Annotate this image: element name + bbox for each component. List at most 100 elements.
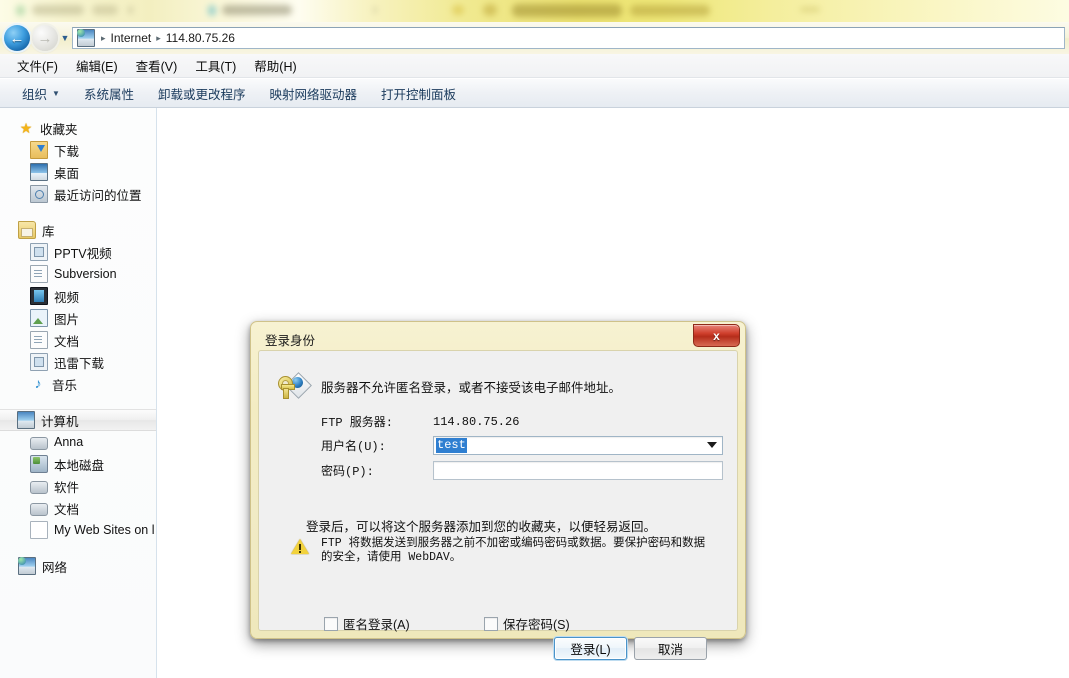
sidebar-item-label: 视频 [54,290,80,305]
sidebar-item-label: 本地磁盘 [54,458,105,473]
organize-label: 组织 [22,87,48,102]
sidebar-group-libraries[interactable]: 库 [0,219,156,241]
dialog-title-bar[interactable]: 登录身份 x [257,324,740,350]
sidebar-item-label: 迅雷下载 [54,356,105,371]
checkbox-box[interactable] [484,616,498,631]
save-password-checkbox[interactable]: 保存密码(S) [484,614,570,633]
anonymous-login-checkbox[interactable]: 匿名登录(A) [324,614,410,633]
sidebar-item-documents-drive[interactable]: 文档 [0,497,156,519]
password-input[interactable] [433,461,723,480]
username-input[interactable]: test [433,436,723,455]
key-globe-icon [277,372,312,403]
back-button[interactable]: ← [4,25,30,51]
film-icon [30,287,48,305]
page-icon [30,521,48,539]
navigation-sidebar[interactable]: ★ 收藏夹 下载 桌面 最近访问的位置 库 PPTV视频 Subversion [0,108,157,678]
cancel-button-label: 取消 [657,643,683,657]
close-icon: x [713,328,720,343]
music-note-icon: ♪ [34,375,42,391]
computer-icon [17,411,35,429]
close-button[interactable]: x [693,324,740,347]
forward-button[interactable]: → [32,25,58,51]
sidebar-item-label: 软件 [54,480,80,495]
dialog-title: 登录身份 [265,333,316,348]
sidebar-item-pptv-video[interactable]: PPTV视频 [0,241,156,263]
sidebar-item-label: Anna [54,435,84,449]
anonymous-login-label: 匿名登录(A) [343,618,410,632]
sidebar-item-anna[interactable]: Anna [0,431,156,453]
menu-help[interactable]: 帮助(H) [245,54,305,77]
chevron-down-icon: ▼ [52,88,60,98]
stack-icon [30,353,48,371]
star-icon: ★ [19,120,33,136]
checkbox-box[interactable] [324,616,338,631]
login-credentials-dialog: 登录身份 x 服务器不允许匿名登录，或者不接受该电子邮件地址。 FTP 服务器: [250,321,746,660]
sidebar-item-subversion[interactable]: Subversion [0,263,156,285]
breadcrumb-separator: ▸ [101,32,106,43]
blurred-titlebar-strip [0,0,1069,22]
sidebar-item-label: My Web Sites on l [54,523,155,537]
document-icon [30,265,48,283]
sidebar-item-video[interactable]: 视频 [0,285,156,307]
ftp-server-row: FTP 服务器: 114.80.75.26 [321,413,520,431]
uninstall-change-program-button[interactable]: 卸载或更改程序 [146,81,258,106]
open-control-panel-button[interactable]: 打开控制面板 [369,81,468,106]
menu-view[interactable]: 查看(V) [127,54,187,77]
desktop-icon [30,163,48,181]
recent-places-icon [30,185,48,203]
network-computer-icon [77,29,95,47]
sidebar-group-network[interactable]: 网络 [0,555,156,577]
menu-tools[interactable]: 工具(T) [186,54,245,77]
breadcrumb-item-host[interactable]: 114.80.75.26 [163,31,238,45]
login-button[interactable]: 登录(L) [554,637,627,660]
cancel-button[interactable]: 取消 [634,637,707,660]
menu-file[interactable]: 文件(F) [8,54,67,77]
dialog-body: 服务器不允许匿名登录，或者不接受该电子邮件地址。 FTP 服务器: 114.80… [258,350,738,660]
username-value: test [436,438,467,453]
password-row: 密码(P): [321,461,723,480]
breadcrumb[interactable]: ▸ Internet ▸ 114.80.75.26 [72,27,1065,49]
menu-edit[interactable]: 编辑(E) [67,54,127,77]
security-warning-row: FTP 将数据发送到服务器之前不加密或编码密码或数据。要保护密码和数据 的安全，… [291,537,723,565]
forward-arrow-icon: → [37,29,53,47]
sidebar-item-label: 图片 [54,312,80,327]
sidebar-item-desktop[interactable]: 桌面 [0,161,156,183]
sidebar-item-recent-places[interactable]: 最近访问的位置 [0,183,156,205]
sidebar-item-label: PPTV视频 [54,246,112,261]
chevron-down-icon[interactable]: ▼ [58,25,72,51]
organize-button[interactable]: 组织 ▼ [10,81,72,106]
sidebar-item-documents[interactable]: 文档 [0,329,156,351]
breadcrumb-item-internet[interactable]: Internet [108,31,155,45]
username-label: 用户名(U): [321,440,386,454]
local-disk-icon [30,455,48,473]
dialog-message-row: 服务器不允许匿名登录，或者不接受该电子邮件地址。 [277,372,723,403]
drive-icon [30,437,48,450]
sidebar-group-favorites[interactable]: ★ 收藏夹 [0,117,156,139]
sidebar-item-label: 音乐 [52,378,78,393]
sidebar-item-pictures[interactable]: 图片 [0,307,156,329]
sidebar-item-label: 收藏夹 [40,122,78,137]
sidebar-item-label: 最近访问的位置 [54,188,142,203]
sidebar-item-my-web-sites[interactable]: My Web Sites on l [0,519,156,541]
sidebar-item-music[interactable]: ♪ 音乐 [0,373,156,395]
sidebar-group-computer[interactable]: 计算机 [0,409,156,431]
sidebar-item-label: 计算机 [41,414,79,429]
sidebar-item-downloads[interactable]: 下载 [0,139,156,161]
warning-line-1: FTP 将数据发送到服务器之前不加密或编码密码或数据。要保护密码和数据 [321,537,706,550]
sidebar-item-label: 下载 [54,144,80,159]
drive-icon [30,481,48,494]
map-network-drive-button[interactable]: 映射网络驱动器 [257,81,369,106]
file-explorer-window: ← → ▼ ▸ Internet ▸ 114.80.75.26 文件(F) 编辑… [0,0,1069,678]
sidebar-item-software[interactable]: 软件 [0,475,156,497]
security-warning-text: FTP 将数据发送到服务器之前不加密或编码密码或数据。要保护密码和数据 的安全，… [309,537,705,565]
sidebar-item-label: 桌面 [54,166,80,181]
dialog-message: 服务器不允许匿名登录，或者不接受该电子邮件地址。 [321,381,622,395]
chevron-down-icon[interactable] [707,442,717,448]
sidebar-item-label: 库 [42,224,55,239]
ftp-server-value: 114.80.75.26 [433,414,520,429]
sidebar-item-local-disk[interactable]: 本地磁盘 [0,453,156,475]
system-properties-button[interactable]: 系统属性 [72,81,146,106]
sidebar-item-xunlei-downloads[interactable]: 迅雷下载 [0,351,156,373]
